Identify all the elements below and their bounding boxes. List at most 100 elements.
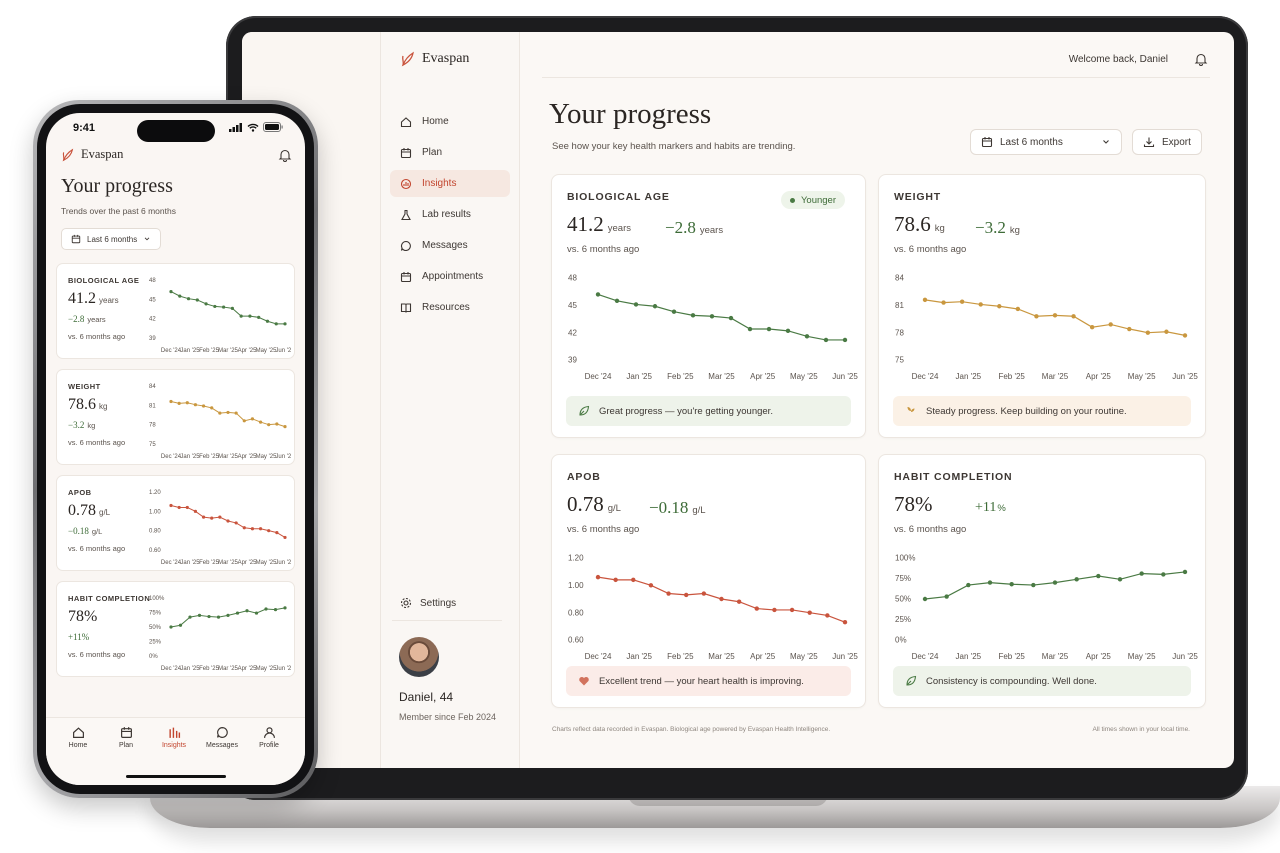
data-point [275, 422, 279, 426]
sidebar-item-label: Lab results [422, 209, 471, 220]
brand-name: Evaspan [81, 147, 124, 161]
header-divider [542, 77, 1210, 78]
bell-icon[interactable] [1194, 52, 1208, 66]
x-tick-label: Mar '25 [708, 652, 735, 661]
data-point [274, 322, 278, 326]
data-point [258, 527, 263, 531]
x-tick-label: Dec '24 [912, 372, 939, 381]
x-tick-label: Jun '25 [275, 560, 291, 566]
data-point [922, 297, 928, 303]
apob-card[interactable]: APOB 0.78 g/L −0.18 g/L vs. 6 months ago 0… [56, 475, 295, 571]
x-tick-label: Apr '25 [238, 454, 257, 460]
data-point [1096, 573, 1101, 579]
bell-icon[interactable] [278, 148, 292, 162]
data-point [1052, 313, 1058, 318]
person-icon [263, 727, 275, 739]
x-tick-label: Jan '25 [626, 652, 652, 661]
data-point [283, 535, 287, 540]
card-title: WEIGHT [68, 382, 101, 391]
brand-logo[interactable]: Evaspan [400, 51, 469, 67]
settings-link[interactable]: Settings [400, 597, 456, 609]
sidebar-item-appointments[interactable]: Appointments [390, 263, 510, 290]
avatar[interactable] [399, 637, 439, 677]
data-point [652, 304, 658, 309]
tab-home[interactable]: Home [53, 726, 103, 749]
habit-completion-card[interactable]: HABIT COMPLETION 78% +11% vs. 6 months a… [56, 581, 295, 677]
data-point [1117, 577, 1123, 582]
export-button[interactable]: Export [1132, 129, 1202, 155]
x-tick-label: May '25 [256, 560, 277, 566]
x-tick-label: Feb '25 [998, 652, 1025, 661]
data-point [1182, 333, 1188, 338]
x-tick-label: Apr '25 [238, 560, 257, 566]
data-point [754, 606, 759, 611]
data-point [666, 591, 671, 596]
brand-name: Evaspan [422, 51, 470, 66]
data-point [283, 606, 287, 610]
y-tick-label: 81 [895, 301, 904, 310]
card-title: APOB [567, 471, 601, 483]
footer-note: Charts reflect data recorded in Evaspan.… [552, 726, 831, 733]
date-range-select[interactable]: Last 6 months [970, 129, 1122, 155]
delta-unit: g/L [692, 505, 706, 516]
data-point [267, 529, 271, 533]
y-tick-label: 25% [149, 640, 162, 646]
sidebar-item-messages[interactable]: Messages [390, 232, 510, 259]
x-tick-label: Mar '25 [218, 666, 238, 672]
tab-plan[interactable]: Plan [101, 726, 151, 749]
calendar-check-icon [400, 147, 412, 158]
tab-profile[interactable]: Profile [244, 726, 294, 749]
data-point [701, 591, 707, 596]
data-point [185, 505, 189, 510]
x-tick-label: Jun '25 [832, 372, 858, 381]
data-point [257, 315, 261, 319]
data-point [258, 420, 263, 424]
data-point [1145, 330, 1151, 335]
delta-unit: g/L [91, 527, 103, 536]
sidebar-item-plan[interactable]: Plan [390, 139, 510, 166]
metric-number: 0.78 [567, 492, 604, 516]
metric-value: 0.78 g/L [567, 492, 621, 517]
data-point [275, 531, 279, 535]
calendar-icon [981, 137, 993, 148]
card-title: HABIT COMPLETION [894, 471, 1013, 483]
sidebar-item-resources[interactable]: Resources [390, 294, 510, 321]
date-range-select[interactable]: Last 6 months [61, 228, 162, 250]
y-tick-label: 42 [568, 328, 577, 337]
data-point [283, 322, 287, 326]
divider [392, 620, 502, 621]
data-point [959, 299, 965, 304]
x-tick-label: Mar '25 [1042, 652, 1069, 661]
data-point [1034, 314, 1039, 319]
x-tick-label: Mar '25 [708, 372, 735, 381]
metric-value: 78.6 kg [68, 396, 107, 414]
sidebar-item-home[interactable]: Home [390, 108, 510, 135]
sidebar-item-label: Home [422, 116, 449, 127]
series-line [170, 400, 286, 428]
x-tick-label: Dec '24 [161, 560, 182, 566]
delta-unit: % [997, 503, 1006, 514]
insight-message: Excellent trend — your heart health is i… [566, 666, 851, 696]
series-line [924, 299, 1186, 336]
sidebar-item-lab-results[interactable]: Lab results [390, 201, 510, 228]
y-tick-label: 1.00 [568, 581, 584, 590]
biological-age-card[interactable]: BIOLOGICAL AGE 41.2 years −2.8 years vs. 6… [56, 263, 295, 359]
data-point [193, 403, 198, 407]
data-point [178, 294, 182, 298]
metric-number: 78% [894, 492, 933, 516]
biological-age-chart: 39 42 45 48 Dec '24 Jan '25 Feb '25 Mar '25 Apr … [568, 274, 858, 381]
x-tick-label: Jun '25 [1172, 372, 1198, 381]
metric-number: 41.2 [567, 212, 604, 236]
series-line [924, 571, 1186, 600]
data-point [966, 582, 971, 588]
tab-messages[interactable]: Messages [197, 726, 247, 749]
data-point [197, 613, 202, 617]
sidebar-item-insights[interactable]: Insights [390, 170, 510, 197]
brand-logo[interactable]: Evaspan [61, 147, 123, 162]
tab-insights[interactable]: Insights [149, 726, 199, 749]
data-point [772, 607, 777, 613]
card-title: APOB [68, 488, 92, 497]
metric-value: 0.78 g/L [68, 502, 110, 520]
weight-card[interactable]: WEIGHT 78.6 kg −3.2 kg vs. 6 months ago 75… [56, 369, 295, 465]
y-tick-label: 0% [149, 654, 158, 660]
